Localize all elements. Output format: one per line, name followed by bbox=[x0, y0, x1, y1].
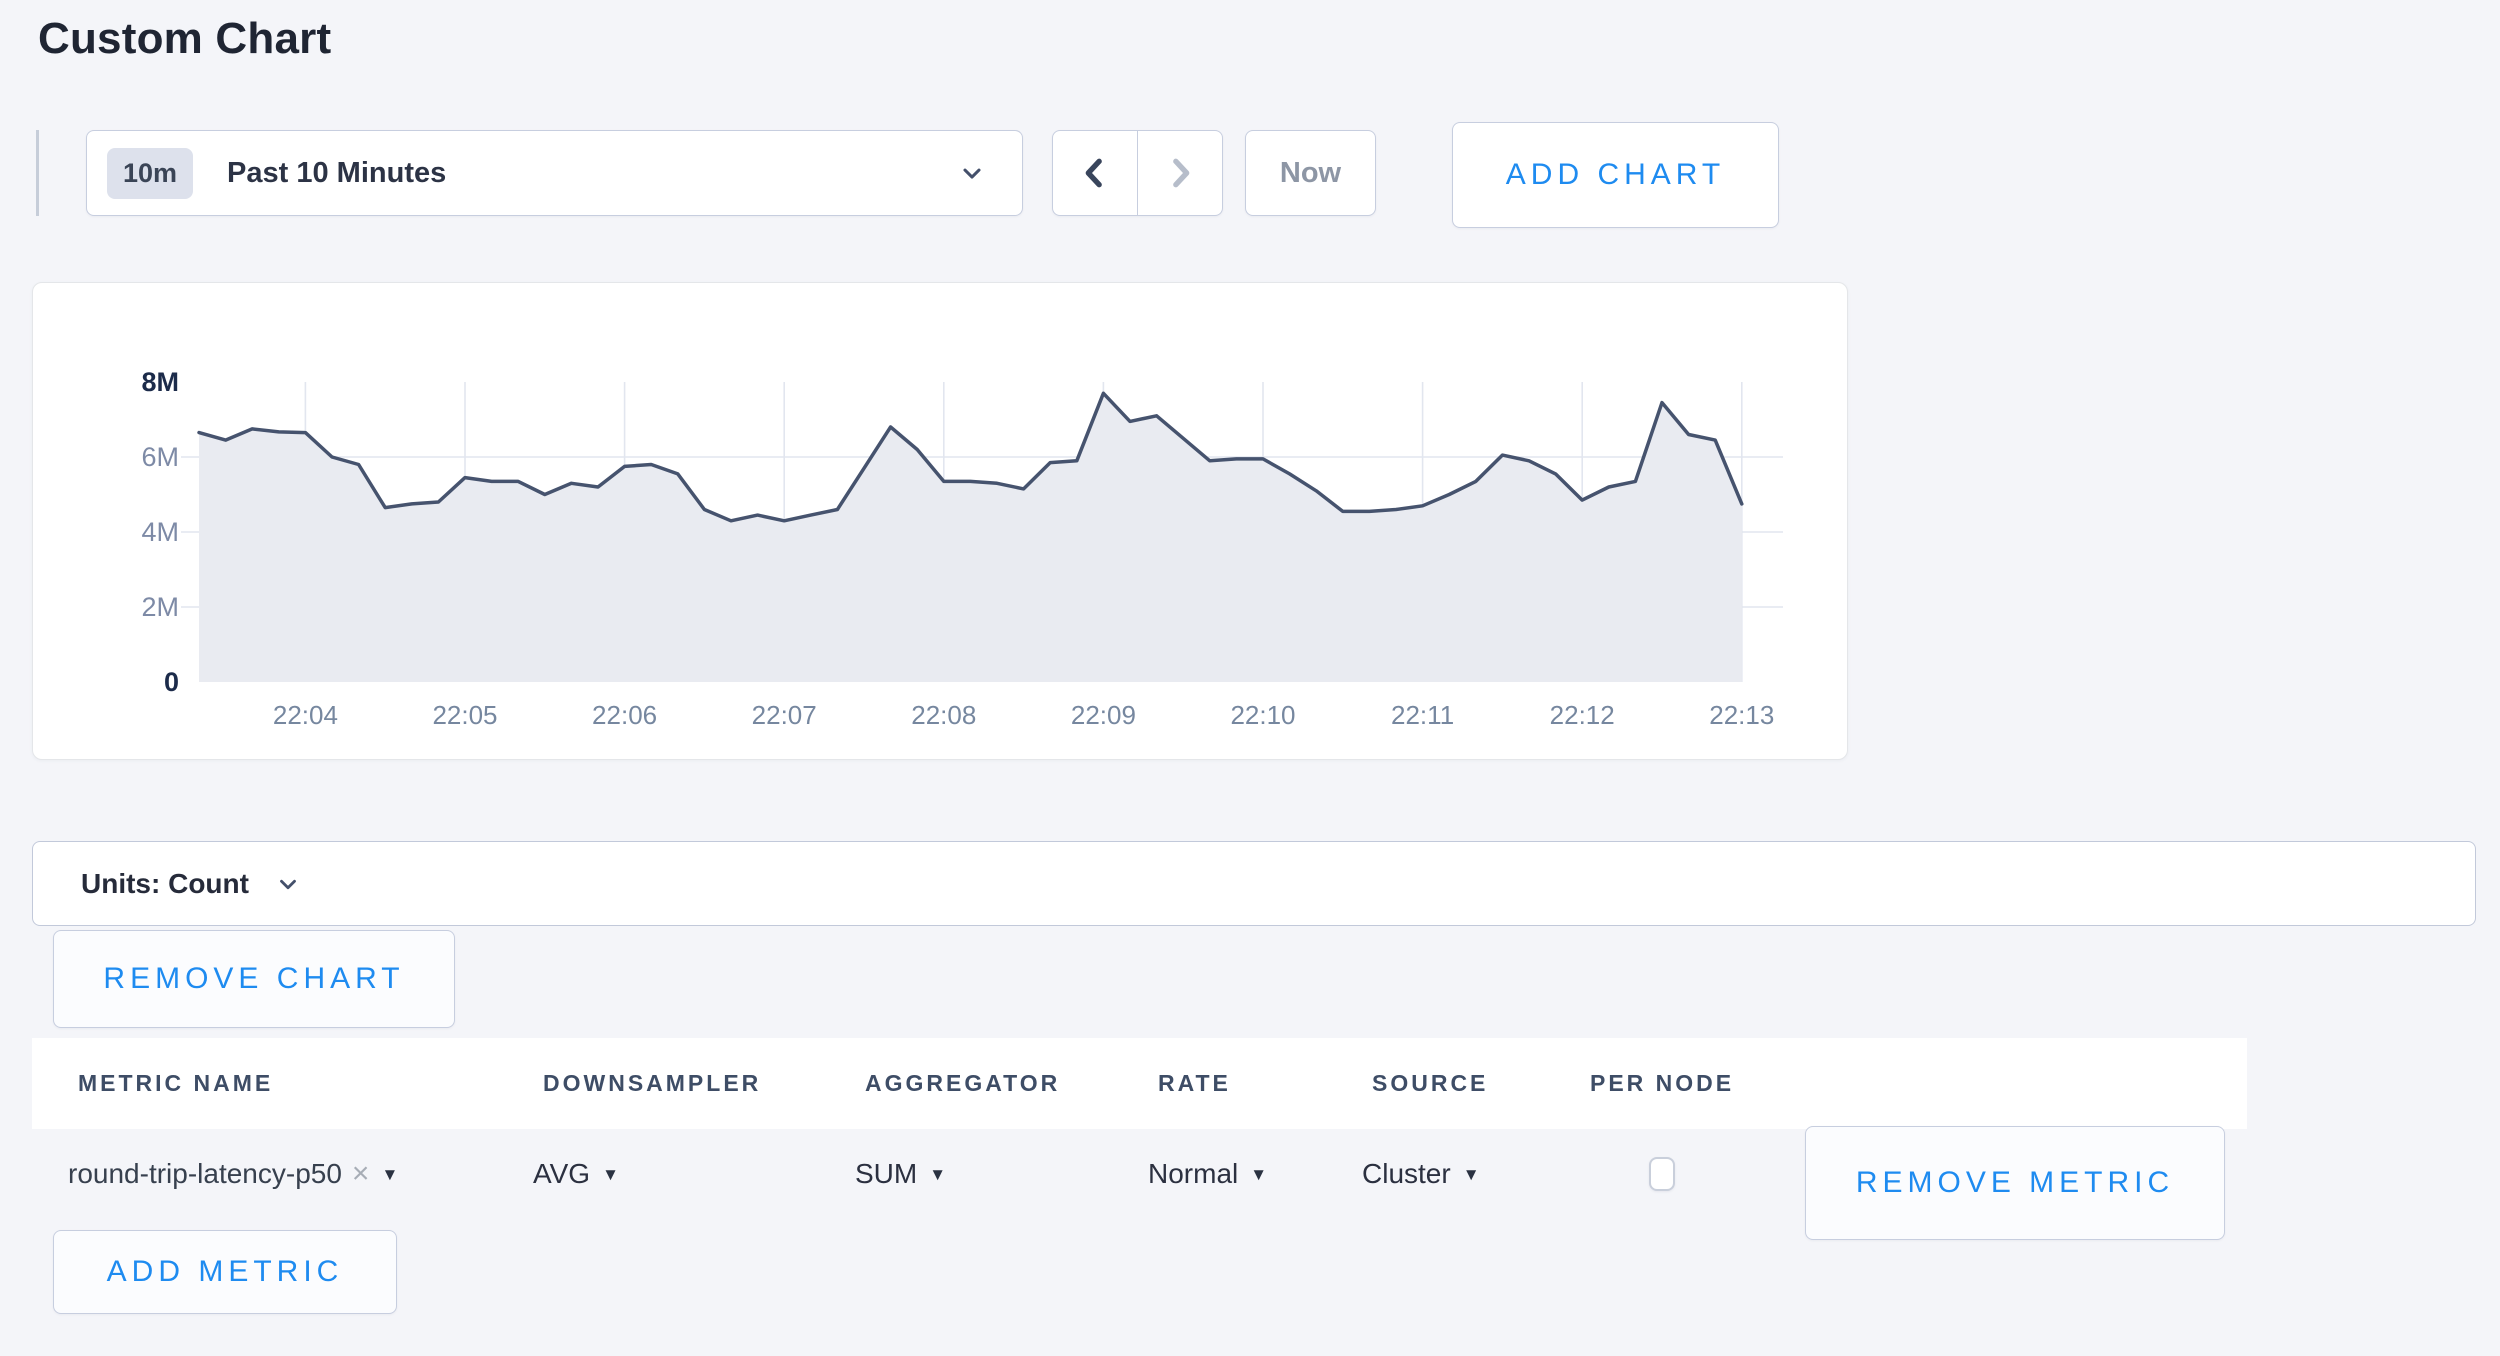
header-per-node: PER NODE bbox=[1580, 1070, 1810, 1097]
source-value: Cluster bbox=[1362, 1158, 1451, 1190]
chevron-down-icon bbox=[958, 159, 986, 187]
svg-text:4M: 4M bbox=[141, 517, 179, 547]
custom-chart-page: Custom Chart 10m Past 10 Minutes Now ADD… bbox=[0, 0, 2500, 1356]
svg-text:2M: 2M bbox=[141, 592, 179, 622]
header-metric-name: METRIC NAME bbox=[68, 1070, 533, 1097]
chevron-down-icon bbox=[275, 871, 301, 897]
caret-down-icon: ▼ bbox=[381, 1166, 398, 1183]
svg-text:22:13: 22:13 bbox=[1709, 700, 1774, 730]
chart-card: 22:04 22:05 22:06 22:07 22:08 22:09 22:10 22:11… bbox=[32, 282, 1848, 760]
add-metric-label: ADD METRIC bbox=[107, 1255, 344, 1289]
prev-interval-button[interactable] bbox=[1053, 131, 1138, 215]
remove-metric-label: REMOVE METRIC bbox=[1856, 1166, 2174, 1200]
svg-text:0: 0 bbox=[164, 667, 179, 697]
add-metric-button[interactable]: ADD METRIC bbox=[53, 1230, 397, 1314]
per-node-cell bbox=[1580, 1157, 1810, 1191]
header-aggregator: AGGREGATOR bbox=[855, 1070, 1148, 1097]
add-chart-button[interactable]: ADD CHART bbox=[1452, 122, 1779, 228]
caret-down-icon: ▼ bbox=[602, 1166, 619, 1183]
aggregator-value: SUM bbox=[855, 1158, 917, 1190]
custom-chart[interactable]: 22:04 22:05 22:06 22:07 22:08 22:09 22:10 22:11… bbox=[33, 283, 1846, 758]
svg-text:22:07: 22:07 bbox=[752, 700, 817, 730]
next-interval-button[interactable] bbox=[1138, 131, 1222, 215]
header-source: SOURCE bbox=[1362, 1070, 1580, 1097]
svg-text:22:12: 22:12 bbox=[1550, 700, 1615, 730]
units-label: Units: Count bbox=[81, 868, 249, 900]
chevron-left-icon bbox=[1075, 153, 1115, 193]
svg-text:22:11: 22:11 bbox=[1391, 700, 1454, 730]
add-chart-label: ADD CHART bbox=[1506, 158, 1725, 192]
rate-select[interactable]: Normal ▼ bbox=[1148, 1158, 1362, 1190]
metric-name-select[interactable]: round-trip-latency-p50 × ▼ bbox=[68, 1158, 533, 1190]
svg-text:22:09: 22:09 bbox=[1071, 700, 1136, 730]
page-title: Custom Chart bbox=[38, 14, 331, 64]
rate-value: Normal bbox=[1148, 1158, 1238, 1190]
time-step-buttons bbox=[1052, 130, 1223, 216]
caret-down-icon: ▼ bbox=[1463, 1166, 1480, 1183]
downsampler-value: AVG bbox=[533, 1158, 590, 1190]
chevron-right-icon bbox=[1160, 153, 1200, 193]
toolbar-left-rule bbox=[36, 130, 39, 216]
remove-metric-button[interactable]: REMOVE METRIC bbox=[1805, 1126, 2225, 1240]
units-select[interactable]: Units: Count bbox=[32, 841, 2476, 926]
time-range-select[interactable]: 10m Past 10 Minutes bbox=[86, 130, 1023, 216]
svg-text:8M: 8M bbox=[141, 367, 179, 397]
svg-text:6M: 6M bbox=[141, 442, 179, 472]
svg-text:22:06: 22:06 bbox=[592, 700, 657, 730]
metric-name-value: round-trip-latency-p50 bbox=[68, 1158, 342, 1190]
svg-text:22:05: 22:05 bbox=[432, 700, 497, 730]
header-rate: RATE bbox=[1148, 1070, 1362, 1097]
time-range-badge: 10m bbox=[107, 148, 193, 199]
svg-text:22:10: 22:10 bbox=[1230, 700, 1295, 730]
svg-text:22:04: 22:04 bbox=[273, 700, 338, 730]
caret-down-icon: ▼ bbox=[1250, 1166, 1267, 1183]
now-button[interactable]: Now bbox=[1245, 130, 1376, 216]
time-range-value: Past 10 Minutes bbox=[227, 157, 446, 190]
downsampler-select[interactable]: AVG ▼ bbox=[533, 1158, 855, 1190]
aggregator-select[interactable]: SUM ▼ bbox=[855, 1158, 1148, 1190]
remove-metric-token-icon[interactable]: × bbox=[352, 1159, 370, 1189]
caret-down-icon: ▼ bbox=[929, 1166, 946, 1183]
source-select[interactable]: Cluster ▼ bbox=[1362, 1158, 1580, 1190]
header-downsampler: DOWNSAMPLER bbox=[533, 1070, 855, 1097]
remove-chart-button[interactable]: REMOVE CHART bbox=[53, 930, 455, 1028]
remove-chart-label: REMOVE CHART bbox=[103, 962, 404, 996]
per-node-checkbox[interactable] bbox=[1649, 1157, 1675, 1191]
svg-text:22:08: 22:08 bbox=[911, 700, 976, 730]
metrics-table-header: METRIC NAME DOWNSAMPLER AGGREGATOR RATE … bbox=[32, 1038, 2247, 1129]
